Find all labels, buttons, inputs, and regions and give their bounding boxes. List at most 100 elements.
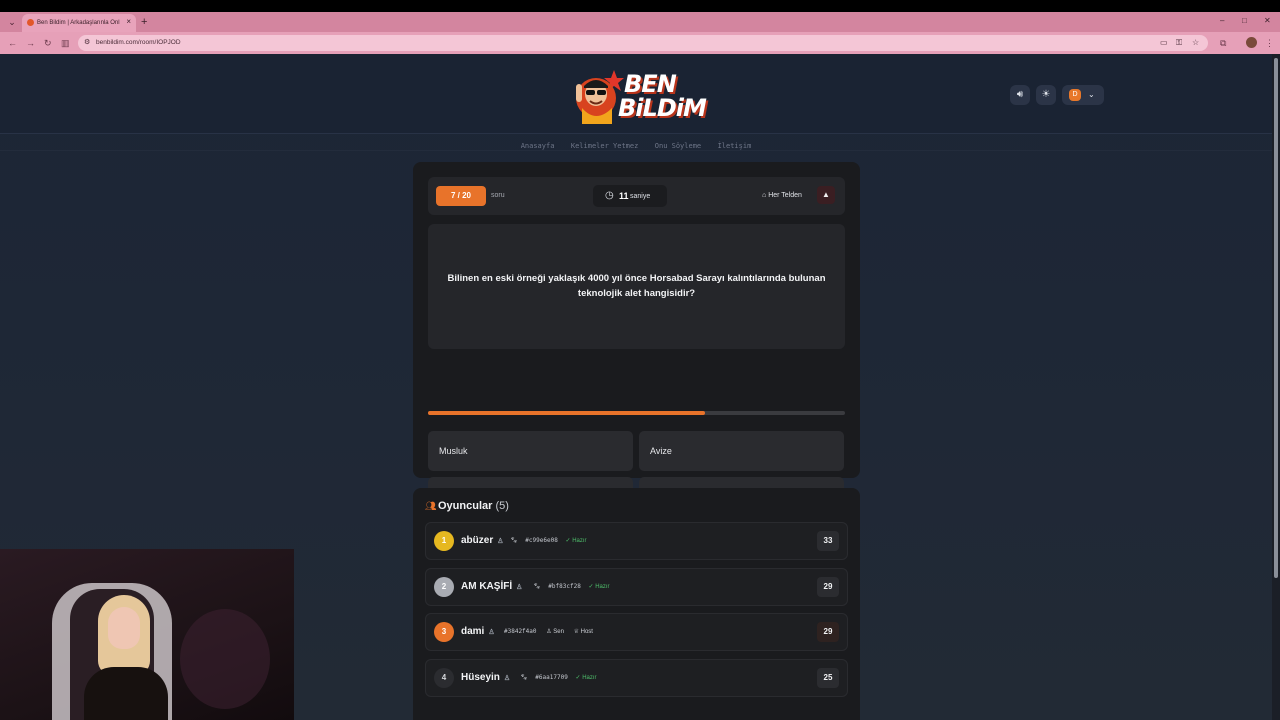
players-title-label: Oyuncular bbox=[438, 500, 493, 512]
forward-arrow-icon[interactable]: → bbox=[26, 37, 35, 49]
time-progress-fill bbox=[428, 411, 706, 415]
extensions-icon[interactable]: ⧉ bbox=[1220, 37, 1226, 49]
tab-list-chevron-icon[interactable]: ⌄ bbox=[6, 15, 18, 29]
users-icon: 👥︎ bbox=[425, 501, 437, 511]
webcam-background-glow bbox=[180, 609, 270, 709]
chevron-down-icon: ⌄ bbox=[1088, 90, 1095, 99]
question-text: Bilinen en eski örneği yaklaşık 4000 yıl… bbox=[447, 273, 826, 299]
url-text: benbildim.com/room/IOPJOD bbox=[96, 39, 181, 46]
player-row: 2 AM KAŞİFİ ♙ 🐾︎ #bf83cf28 ✓ Hazır 29 bbox=[425, 568, 848, 606]
back-arrow-icon[interactable]: ← bbox=[8, 37, 17, 49]
player-meta: #3842f4a0 ♙ Sen ♕ Host bbox=[504, 627, 593, 637]
player-name: abüzer ♙ bbox=[461, 534, 504, 549]
user-icon: ♙ bbox=[516, 584, 523, 591]
player-score: 29 bbox=[817, 622, 839, 642]
tag-icon: ⌂ bbox=[762, 192, 767, 199]
browser-tab-active[interactable]: Ben Bildim | Arkadaşlarınla Onl × bbox=[22, 14, 136, 32]
player-rank: 4 bbox=[434, 668, 454, 688]
player-name: dami ♙ bbox=[461, 625, 495, 640]
subnav-divider bbox=[0, 150, 1272, 151]
tab-title: Ben Bildim | Arkadaşlarınla Onl bbox=[37, 20, 120, 26]
host-badge-text: Host bbox=[580, 629, 593, 635]
webcam-person-face bbox=[108, 607, 140, 649]
ready-status-text: Hazır bbox=[572, 538, 587, 544]
minimize-icon[interactable]: – bbox=[1220, 16, 1224, 26]
browser-tab-bar: ⌄ Ben Bildim | Arkadaşlarınla Onl × + – … bbox=[0, 12, 1280, 32]
question-counter-label: soru bbox=[491, 192, 505, 199]
close-window-icon[interactable]: ✕ bbox=[1264, 16, 1271, 26]
quiz-panel: 7 / 20 soru ◷ 11 saniye ⌂ Her Telden ▲ B… bbox=[413, 162, 860, 517]
player-row: 1 abüzer ♙ 🐾︎ #c99e6e08 ✓ Hazır 33 bbox=[425, 522, 848, 560]
host-badge: ♕ Host bbox=[573, 629, 593, 635]
player-code: #c99e6e08 bbox=[525, 537, 558, 544]
top-letterbox bbox=[0, 0, 1280, 12]
player-meta: 🐾︎ #bf83cf28 ✓ Hazır bbox=[533, 582, 610, 592]
player-meta: 🐾︎ #c99e6e08 ✓ Hazır bbox=[510, 536, 587, 546]
password-key-icon[interactable]: ⚿ bbox=[1176, 38, 1182, 48]
players-count: (5) bbox=[495, 500, 509, 512]
ready-status-text: Hazır bbox=[582, 675, 597, 681]
cast-icon[interactable]: ▭ bbox=[1160, 38, 1168, 48]
player-rank: 3 bbox=[434, 622, 454, 642]
browser-menu-icon[interactable]: ⋮ bbox=[1265, 37, 1274, 49]
player-score: 25 bbox=[817, 668, 839, 688]
category-label: Her Telden bbox=[768, 192, 802, 199]
user-menu-button[interactable]: D ⌄ bbox=[1062, 85, 1104, 105]
player-name: Hüseyin ♙ bbox=[461, 671, 510, 686]
user-icon: ♙ bbox=[488, 629, 495, 636]
new-tab-button[interactable]: + bbox=[141, 15, 147, 29]
ready-status: ✓ Hazır bbox=[588, 584, 610, 590]
ready-status: ✓ Hazır bbox=[565, 538, 587, 544]
question-card: Bilinen en eski örneği yaklaşık 4000 yıl… bbox=[428, 224, 845, 349]
scrollbar-thumb[interactable] bbox=[1274, 58, 1278, 578]
player-name: AM KAŞİFİ ♙ bbox=[461, 580, 522, 595]
logo-text-bildim: BiLDiM bbox=[618, 94, 707, 122]
player-code: #bf83cf28 bbox=[548, 583, 581, 590]
player-name-text: AM KAŞİFİ bbox=[461, 581, 513, 592]
question-timer: ◷ 11 saniye bbox=[593, 185, 667, 207]
timer-seconds: 11 bbox=[619, 191, 629, 201]
user-avatar: D bbox=[1069, 89, 1081, 101]
player-name-text: dami bbox=[461, 626, 485, 637]
reload-icon[interactable]: ↻ bbox=[44, 37, 52, 49]
sun-icon: ☀ bbox=[1041, 89, 1051, 100]
clock-icon: ◷ bbox=[605, 190, 614, 201]
split-view-icon[interactable]: ▥ bbox=[61, 37, 70, 49]
address-bar[interactable]: ⚙ benbildim.com/room/IOPJOD ▭ ⚿ ☆ bbox=[78, 35, 1208, 51]
question-category: ⌂ Her Telden bbox=[762, 191, 802, 201]
player-row: 3 dami ♙ #3842f4a0 ♙ Sen ♕ Host 29 bbox=[425, 613, 848, 651]
player-code: #6aa17709 bbox=[535, 674, 568, 681]
tab-close-icon[interactable]: × bbox=[126, 17, 131, 27]
site-header: BEN BiLDiM 🔊︎ ☀ D ⌄ bbox=[0, 54, 1272, 134]
warning-triangle-icon: ▲ bbox=[822, 190, 830, 199]
player-rank: 2 bbox=[434, 577, 454, 597]
site-subnav: Anasayfa Kelimeler Yetmez Onu Söyleme İl… bbox=[0, 135, 1272, 150]
answer-option-1[interactable]: Musluk bbox=[428, 431, 633, 471]
player-code: #3842f4a0 bbox=[504, 628, 537, 635]
player-name-text: Hüseyin bbox=[461, 672, 500, 683]
time-progress-bar bbox=[428, 411, 845, 415]
page-scrollbar[interactable] bbox=[1272, 54, 1280, 720]
player-rank: 1 bbox=[434, 531, 454, 551]
ready-status-text: Hazır bbox=[595, 584, 610, 590]
ben-bildim-logo[interactable]: BEN BiLDiM bbox=[574, 66, 707, 126]
timer-unit: saniye bbox=[630, 193, 651, 200]
paw-icon: 🐾︎ bbox=[520, 675, 528, 681]
site-info-icon[interactable]: ⚙ bbox=[84, 38, 90, 48]
paw-icon: 🐾︎ bbox=[533, 584, 541, 590]
paw-icon: 🐾︎ bbox=[510, 538, 518, 544]
theme-toggle-button[interactable]: ☀ bbox=[1036, 85, 1056, 105]
browser-nav-bar: ← → ↻ ▥ ⚙ benbildim.com/room/IOPJOD ▭ ⚿ … bbox=[0, 32, 1280, 54]
maximize-icon[interactable]: □ bbox=[1242, 16, 1247, 26]
answer-option-2[interactable]: Avize bbox=[639, 431, 844, 471]
sound-toggle-button[interactable]: 🔊︎ bbox=[1010, 85, 1030, 105]
site-favicon-icon bbox=[27, 19, 34, 26]
player-row: 4 Hüseyin ♙ 🐾︎ #6aa17709 ✓ Hazır 25 bbox=[425, 659, 848, 697]
speaker-icon: 🔊︎ bbox=[1016, 89, 1024, 100]
report-question-button[interactable]: ▲ bbox=[817, 186, 835, 204]
bookmark-star-icon[interactable]: ☆ bbox=[1192, 38, 1199, 48]
ready-status: ✓ Hazır bbox=[575, 675, 597, 681]
players-title: Oyuncular (5) bbox=[438, 499, 509, 513]
player-meta: 🐾︎ #6aa17709 ✓ Hazır bbox=[520, 673, 597, 683]
profile-avatar-icon[interactable] bbox=[1246, 37, 1257, 48]
